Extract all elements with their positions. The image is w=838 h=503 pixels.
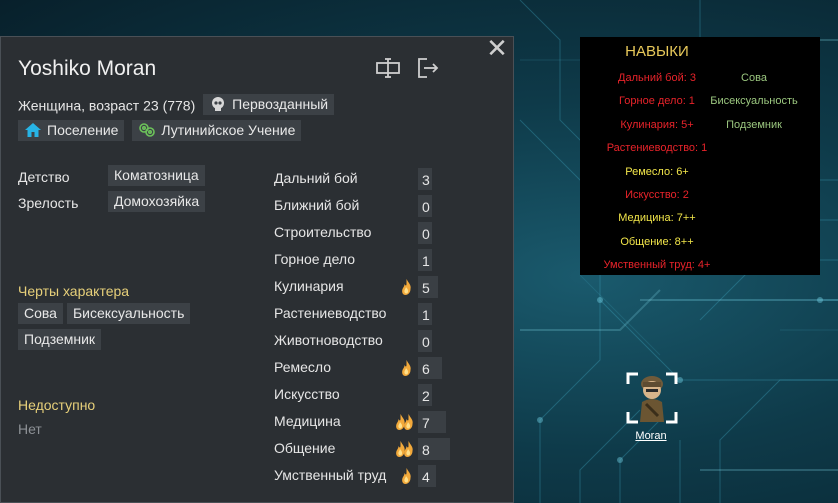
xenotype-label: Первозданный [232, 96, 329, 112]
skill-value: 2 [422, 388, 430, 404]
faction-ideology-row: Поселение Лутинийское Учение [18, 120, 305, 141]
adulthood-label: Зрелость [18, 195, 79, 211]
skill-row[interactable]: Горное дело 1 [274, 249, 454, 271]
skill-value: 1 [422, 253, 430, 269]
skill-value: 7 [422, 415, 430, 431]
skill-value: 8 [422, 442, 430, 458]
skill-row[interactable]: Ремесло 6 [274, 357, 454, 379]
overlay-trait: Подземник [726, 118, 782, 131]
skill-row[interactable]: Строительство 0 [274, 222, 454, 244]
incapable-title: Недоступно [18, 397, 96, 413]
pawn-label[interactable]: Moran [626, 430, 676, 442]
skill-value: 0 [422, 226, 430, 242]
overlay-skill: Ремесло: 6+ [625, 165, 689, 178]
close-icon[interactable]: ✕ [485, 35, 509, 61]
overlay-skill: Общение: 8++ [620, 235, 694, 248]
ideology-label: Лутинийское Учение [161, 122, 296, 138]
skill-row[interactable]: Дальний бой 3 [274, 168, 454, 190]
adulthood-tag[interactable]: Домохозяйка [108, 191, 206, 212]
skill-value: 1 [422, 307, 430, 323]
trait-tag[interactable]: Сова [18, 303, 63, 324]
passion-minor-icon [402, 279, 411, 295]
xenotype-tag[interactable]: Первозданный [203, 94, 335, 115]
overlay-skill: Растениеводство: 1 [606, 142, 708, 155]
skill-name: Животноводство [274, 332, 383, 348]
pawn-moran[interactable] [626, 372, 678, 424]
faction-tag[interactable]: Поселение [18, 120, 125, 141]
overlay-title: НАВЫКИ [625, 43, 689, 60]
character-info-row: Женщина, возраст 23 (778) Первозданный [18, 94, 338, 115]
passion-minor-icon [402, 360, 411, 376]
skill-row[interactable]: Ближний бой 0 [274, 195, 454, 217]
skill-value: 0 [422, 334, 430, 350]
passion-major-icon [396, 414, 413, 430]
faction-label: Поселение [47, 122, 119, 138]
traits-row-2: Подземник [18, 329, 105, 350]
skill-row[interactable]: Кулинария 5 [274, 276, 454, 298]
traits-row-1: Сова Бисексуальность [18, 303, 194, 324]
skills-overlay: НАВЫКИ Дальний бой: 3 Горное дело: 1 Кулин… [580, 37, 820, 275]
skill-row[interactable]: Умственный труд 4 [274, 465, 454, 487]
skill-name: Искусство [274, 386, 340, 402]
overlay-skill: Умственный труд: 4+ [603, 259, 711, 272]
passion-major-icon [396, 441, 413, 457]
character-panel: ✕ Yoshiko Moran Женщина, возраст 23 (778… [0, 35, 514, 503]
skill-name: Растениеводство [274, 305, 387, 321]
skill-name: Медицина [274, 413, 341, 429]
skill-name: Горное дело [274, 251, 356, 267]
skill-name: Общение [274, 440, 336, 456]
overlay-skill: Медицина: 7++ [618, 212, 696, 225]
character-name: Yoshiko Moran [18, 57, 157, 80]
skill-name: Ближний бой [274, 197, 360, 213]
overlay-skill: Искусство: 2 [625, 189, 689, 201]
skill-name: Дальний бой [274, 170, 358, 186]
skill-value: 3 [422, 172, 430, 188]
skill-row[interactable]: Растениеводство 1 [274, 303, 454, 325]
skill-row[interactable]: Медицина 7 [274, 411, 454, 433]
skull-icon [212, 97, 225, 111]
skill-name: Умственный труд [274, 467, 387, 483]
skill-value: 0 [422, 199, 430, 215]
overlay-trait: Бисексуальность [710, 95, 798, 108]
skill-name: Кулинария [274, 278, 344, 294]
skill-row[interactable]: Искусство 2 [274, 384, 454, 406]
skill-value: 4 [422, 469, 430, 485]
trait-tag[interactable]: Бисексуальность [66, 303, 191, 324]
childhood-tag[interactable]: Коматозница [108, 165, 205, 186]
skill-value: 6 [422, 361, 430, 377]
skill-value: 5 [422, 280, 430, 296]
overlay-trait: Сова [741, 72, 767, 84]
passion-minor-icon [402, 468, 411, 484]
skill-name: Строительство [274, 224, 372, 240]
skill-row[interactable]: Общение 8 [274, 438, 454, 460]
incapable-value: Нет [18, 421, 42, 437]
traits-title: Черты характера [18, 283, 130, 299]
trait-tag[interactable]: Подземник [18, 329, 102, 350]
rename-icon[interactable] [375, 57, 401, 79]
ideology-icon [139, 123, 156, 137]
childhood-label: Детство [18, 169, 70, 185]
home-icon [25, 123, 41, 137]
banish-icon[interactable] [415, 57, 441, 79]
skill-row[interactable]: Животноводство 0 [274, 330, 454, 352]
gender-age: Женщина, возраст 23 (778) [18, 97, 196, 114]
ideology-tag[interactable]: Лутинийское Учение [132, 120, 302, 141]
skill-name: Ремесло [274, 359, 332, 375]
